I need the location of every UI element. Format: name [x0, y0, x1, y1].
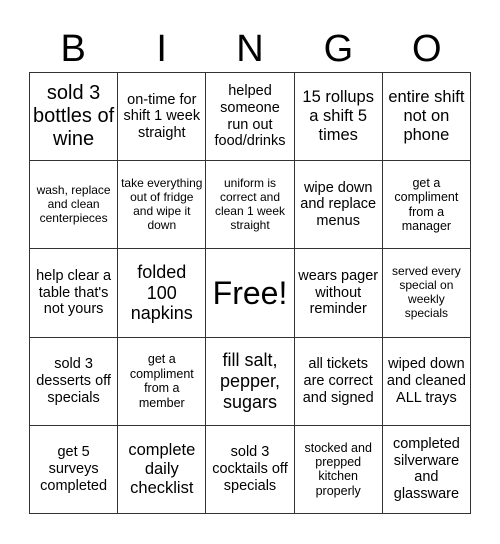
bingo-cell[interactable]: sold 3 bottles of wine: [30, 73, 119, 162]
bingo-cell[interactable]: complete daily checklist: [118, 425, 207, 514]
header-letter-o: O: [412, 28, 442, 70]
bingo-cell[interactable]: help clear a table that's not yours: [30, 249, 119, 338]
bingo-cell[interactable]: get 5 surveys completed: [30, 425, 119, 514]
free-space-cell[interactable]: Free!: [206, 249, 295, 338]
bingo-cell[interactable]: wipe down and replace menus: [294, 161, 383, 250]
bingo-cell[interactable]: completed silverware and glassware: [382, 425, 471, 514]
bingo-cell[interactable]: sold 3 cocktails off specials: [206, 425, 295, 514]
bingo-cell[interactable]: entire shift not on phone: [382, 73, 471, 162]
bingo-cell[interactable]: fill salt, pepper, sugars: [206, 337, 295, 426]
bingo-cell[interactable]: wiped down and cleaned ALL trays: [382, 337, 471, 426]
bingo-cell[interactable]: folded 100 napkins: [118, 249, 207, 338]
bingo-cell[interactable]: get a compliment from a member: [118, 337, 207, 426]
bingo-cell[interactable]: wash, replace and clean centerpieces: [30, 161, 119, 250]
header-letter-n: N: [236, 28, 264, 70]
bingo-cell[interactable]: served every special on weekly specials: [382, 249, 471, 338]
bingo-cell[interactable]: get a compliment from a manager: [382, 161, 471, 250]
bingo-cell[interactable]: helped someone run out food/drinks: [206, 73, 295, 162]
header-letter-i: I: [156, 28, 167, 70]
bingo-cell[interactable]: on-time for shift 1 week straight: [118, 73, 207, 162]
bingo-grid: sold 3 bottles of wine on-time for shift …: [29, 72, 471, 514]
header-letter-g: G: [323, 28, 354, 70]
bingo-cell[interactable]: wears pager without reminder: [294, 249, 383, 338]
bingo-cell[interactable]: uniform is correct and clean 1 week stra…: [206, 161, 295, 250]
bingo-cell[interactable]: 15 rollups a shift 5 times: [294, 73, 383, 162]
bingo-cell[interactable]: take everything out of fridge and wipe i…: [118, 161, 207, 250]
bingo-cell[interactable]: all tickets are correct and signed: [294, 337, 383, 426]
bingo-cell[interactable]: stocked and prepped kitchen properly: [294, 425, 383, 514]
bingo-header: B I N G O: [29, 26, 471, 72]
header-letter-b: B: [60, 28, 86, 70]
bingo-cell[interactable]: sold 3 desserts off specials: [30, 337, 119, 426]
